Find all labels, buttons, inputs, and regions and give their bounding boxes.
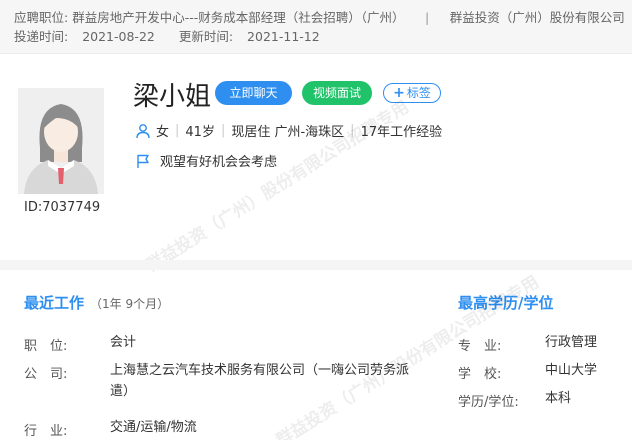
avatar [18, 88, 104, 194]
residence: 现居住 广州-海珠区 [231, 125, 345, 140]
position-value: 群益房地产开发中心---财务成本部经理（社会招聘）（广州） [72, 10, 405, 25]
updated-label: 更新时间: [178, 29, 234, 44]
chat-now-button[interactable]: 立即聊天 [215, 81, 292, 105]
job-search-status: 观望有好机会会考虑 [160, 155, 278, 170]
female-avatar-icon [18, 88, 104, 194]
degree-value: 本科 [545, 391, 572, 406]
time-line: 投递时间: 2021-08-22 更新时间: 2021-11-12 [14, 26, 340, 45]
gender: 女 [156, 125, 170, 140]
position-line: 应聘职位: 群益房地产开发中心---财务成本部经理（社会招聘）（广州） | 群益… [14, 7, 625, 26]
work-duration: （1年 9个月） [90, 297, 170, 311]
job-status-row: 观望有好机会会考虑 [135, 151, 277, 170]
divider: | [175, 123, 180, 138]
work-experience: 17年工作经验 [360, 125, 443, 140]
updated-value: 2021-11-12 [247, 29, 320, 44]
plus-icon: + [393, 85, 405, 101]
candidate-profile: ID:7037749 梁小姐 立即聊天 视频面试 + 标签 女 | 41岁 | 现… [0, 55, 632, 276]
delivered-label: 投递时间: [14, 29, 69, 44]
candidate-name: 梁小姐 [133, 82, 212, 112]
education-title: 最高学历/学位 [458, 294, 554, 312]
position-label: 应聘职位: [14, 10, 69, 25]
person-icon [136, 123, 150, 138]
job-position-label: 职 位: [24, 339, 68, 354]
job-position-value: 会计 [110, 335, 137, 350]
age: 41岁 [185, 125, 215, 140]
divider: | [220, 123, 226, 138]
company-value: 上海慧之云汽车技术服务有限公司（一嗨公司劳务派遣） [110, 363, 410, 399]
add-tag-button[interactable]: + 标签 [383, 83, 441, 103]
company-label: 公 司: [24, 367, 68, 382]
video-interview-button[interactable]: 视频面试 [302, 81, 372, 105]
school-value: 中山大学 [545, 363, 598, 378]
flag-icon [137, 154, 149, 168]
delivered-value: 2021-08-22 [82, 29, 155, 44]
candidate-id: ID:7037749 [24, 200, 101, 215]
tag-label: 标签 [406, 86, 431, 100]
school-label: 学 校: [458, 367, 502, 382]
industry-value: 交通/运输/物流 [110, 420, 197, 435]
section-divider [0, 260, 632, 270]
industry-label: 行 业: [24, 424, 68, 439]
recent-work-title: 最近工作 （1年 9个月） [24, 294, 170, 312]
degree-label: 学历/学位: [458, 395, 519, 410]
separator: | [412, 10, 442, 25]
divider: | [350, 123, 355, 138]
application-info-bar: 应聘职位: 群益房地产开发中心---财务成本部经理（社会招聘）（广州） | 群益… [0, 0, 632, 54]
major-label: 专 业: [458, 339, 502, 354]
company-name: 群益投资（广州）股份有限公司 [449, 10, 625, 25]
major-value: 行政管理 [545, 335, 598, 350]
basic-info-row: 女 | 41岁 | 现居住 广州-海珠区 | 17年工作经验 [135, 121, 442, 140]
